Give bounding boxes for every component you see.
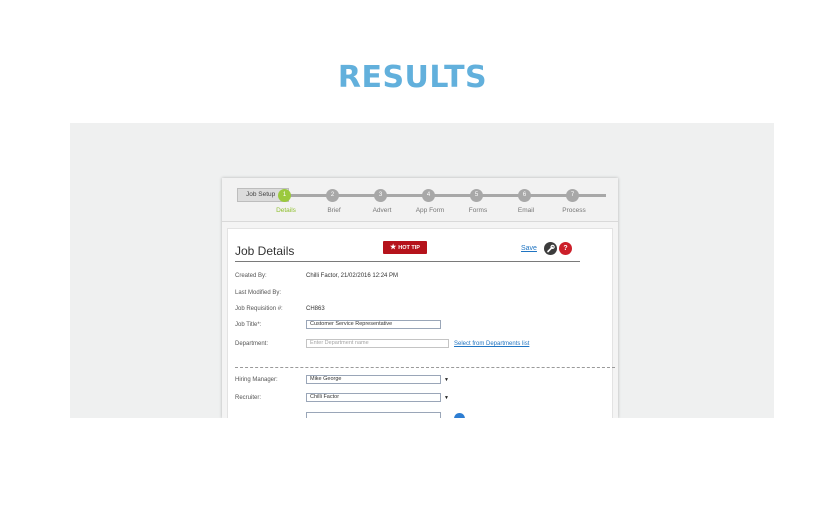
step-details-marker[interactable]: 1 [278,189,291,202]
hot-tip-button[interactable]: ★ HOT TIP [383,241,427,254]
star-icon: ★ [390,244,397,251]
hiring-manager-label: Hiring Manager: [235,377,278,383]
step-process-label[interactable]: Process [549,207,599,214]
save-link[interactable]: Save [521,245,537,252]
job-requisition-label: Job Requisition #: [235,306,283,312]
section-divider [235,367,615,368]
created-by-label: Created By: [235,273,267,279]
step-advert-label[interactable]: Advert [357,207,407,214]
progress-stepper: Job Setup 1 2 3 4 5 6 7 Details Brief Ad… [222,178,618,222]
step-app-form-marker[interactable]: 4 [422,189,435,202]
recruiter-label: Recruiter: [235,395,262,401]
page-heading: RESULTS [337,60,488,95]
job-title-input[interactable]: Customer Service Representative [306,320,441,329]
card-title: Job Details [235,244,295,258]
job-title-label: Job Title*: [235,322,262,328]
step-forms-marker[interactable]: 5 [470,189,483,202]
select-department-link[interactable]: Select from Departments list [454,341,529,347]
info-icon[interactable] [454,413,465,418]
step-brief-label[interactable]: Brief [309,207,359,214]
last-modified-label: Last Modified By: [235,290,282,296]
app-window: Job Setup 1 2 3 4 5 6 7 Details Brief Ad… [222,178,618,418]
hot-tip-label: HOT TIP [398,245,420,251]
question-icon[interactable]: ? [559,242,572,255]
step-process-marker[interactable]: 7 [566,189,579,202]
chevron-down-icon[interactable]: ▼ [444,377,449,383]
step-app-form-label[interactable]: App Form [405,207,455,214]
title-divider [235,261,580,262]
screenshot-panel: Job Setup 1 2 3 4 5 6 7 Details Brief Ad… [70,123,774,418]
recruiter-select[interactable]: Chilli Factor [306,393,441,402]
created-by-value: Chilli Factor, 21/02/2016 12:24 PM [306,273,399,279]
step-email-marker[interactable]: 6 [518,189,531,202]
step-advert-marker[interactable]: 3 [374,189,387,202]
department-input[interactable]: Enter Department name [306,339,449,348]
step-details-label[interactable]: Details [261,207,311,214]
job-details-card: Job Details ★ HOT TIP Save ? Created By: … [227,228,615,418]
hiring-manager-select[interactable]: Mike George [306,375,441,384]
step-brief-marker[interactable]: 2 [326,189,339,202]
department-label: Department: [235,341,269,347]
chevron-down-icon[interactable]: ▼ [444,395,449,401]
partial-field[interactable] [306,412,441,418]
step-email-label[interactable]: Email [501,207,551,214]
wrench-icon[interactable] [544,242,557,255]
job-requisition-value: CH863 [306,306,325,312]
step-forms-label[interactable]: Forms [453,207,503,214]
